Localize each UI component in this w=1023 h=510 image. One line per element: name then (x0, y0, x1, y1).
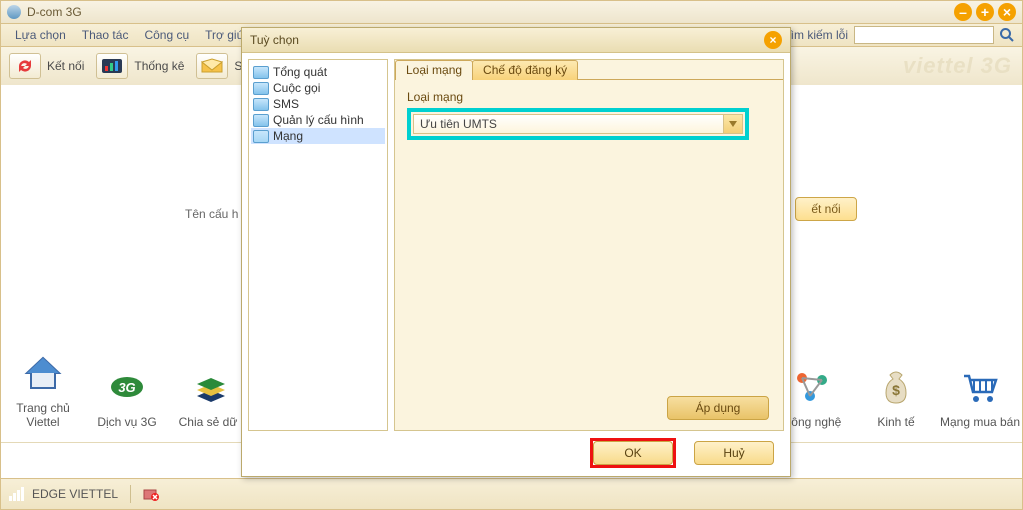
window-title: D-com 3G (27, 5, 950, 19)
menu-congcu[interactable]: Công cụ (136, 28, 197, 42)
ok-highlight: OK (590, 438, 676, 468)
dialog-footer: OK Huỷ (242, 437, 790, 469)
stats-label: Thống kê (134, 59, 184, 73)
ok-button[interactable]: OK (593, 441, 673, 465)
stats-button[interactable]: Thống kê (96, 53, 184, 79)
3g-icon: 3G (85, 367, 169, 407)
tree-tongquat[interactable]: Tổng quát (251, 64, 385, 80)
cart-icon (938, 367, 1022, 407)
apply-button[interactable]: Áp dụng (667, 396, 769, 420)
config-name-label: Tên cấu h (185, 207, 238, 221)
status-bar: EDGE VIETTEL (1, 478, 1022, 509)
connect-label: Kết nối (47, 59, 84, 73)
launch-dichvu3g[interactable]: 3G Dịch vụ 3G (85, 367, 169, 429)
options-dialog: Tuỳ chọn × Tổng quát Cuộc gọi SMS Quản l… (241, 27, 791, 477)
menu-thaotac[interactable]: Thao tác (74, 28, 137, 42)
svg-text:3G: 3G (118, 380, 135, 395)
app-window: D-com 3G – + × Lựa chọn Thao tác Công cụ… (0, 0, 1023, 510)
dialog-titlebar: Tuỳ chọn × (242, 28, 790, 53)
menu-luachon[interactable]: Lựa chọn (7, 28, 74, 42)
tab-chedodangky[interactable]: Chế độ đăng ký (472, 60, 578, 80)
combo-value: Ưu tiên UMTS (414, 117, 723, 131)
cancel-button[interactable]: Huỷ (694, 441, 774, 465)
folder-icon (253, 98, 269, 111)
tree-quanlycauhinh[interactable]: Quản lý cấu hình (251, 112, 385, 128)
network-type-label: Loại mạng (407, 90, 771, 104)
network-status: EDGE VIETTEL (32, 487, 118, 501)
maximize-button[interactable]: + (976, 3, 994, 21)
title-bar: D-com 3G – + × (1, 1, 1022, 24)
mail-button[interactable]: S (196, 53, 242, 79)
connect-button[interactable]: Kết nối (9, 53, 84, 79)
folder-icon (253, 66, 269, 79)
options-pane: Loại mạng Chế độ đăng ký Loại mạng Ưu ti… (394, 59, 784, 431)
svg-text:$: $ (892, 382, 900, 398)
refresh-icon (9, 53, 41, 79)
launch-trangchu[interactable]: Trang chủ Viettel (1, 353, 85, 429)
search-input[interactable] (854, 26, 994, 44)
folder-icon (253, 82, 269, 95)
tab-strip: Loại mạng Chế độ đăng ký (395, 60, 783, 80)
network-type-combo[interactable]: Ưu tiên UMTS (413, 114, 743, 134)
highlight-box: Ưu tiên UMTS (407, 108, 749, 140)
dialog-close-button[interactable]: × (764, 31, 782, 49)
tab-loaimang[interactable]: Loại mạng (395, 60, 473, 80)
app-icon (7, 5, 21, 19)
brand-logo: viettel 3G (903, 53, 1012, 79)
signal-icon (9, 487, 24, 501)
tree-sms[interactable]: SMS (251, 96, 385, 112)
dialog-title: Tuỳ chọn (250, 33, 764, 47)
folder-open-icon (253, 130, 269, 143)
status-warning-icon (143, 487, 159, 501)
minimize-button[interactable]: – (954, 3, 972, 21)
launch-kinhte[interactable]: $ Kinh tế (854, 367, 938, 429)
search-label: Tìm kiếm lỗi (783, 28, 848, 42)
house-icon (1, 353, 85, 393)
tree-cuocgoi[interactable]: Cuộc gọi (251, 80, 385, 96)
launch-mangmuaban[interactable]: Mạng mua bán (938, 367, 1022, 429)
chevron-down-icon[interactable] (723, 115, 742, 133)
tree-mang[interactable]: Mạng (251, 128, 385, 144)
search-icon[interactable] (998, 26, 1016, 44)
close-button[interactable]: × (998, 3, 1016, 21)
error-search: Tìm kiếm lỗi (783, 26, 1016, 44)
stats-icon (96, 53, 128, 79)
mail-icon (196, 53, 228, 79)
folder-icon (253, 114, 269, 127)
moneybag-icon: $ (854, 367, 938, 407)
options-tree: Tổng quát Cuộc gọi SMS Quản lý cấu hình … (248, 59, 388, 431)
bg-connect-button[interactable]: ết nối (795, 197, 857, 221)
